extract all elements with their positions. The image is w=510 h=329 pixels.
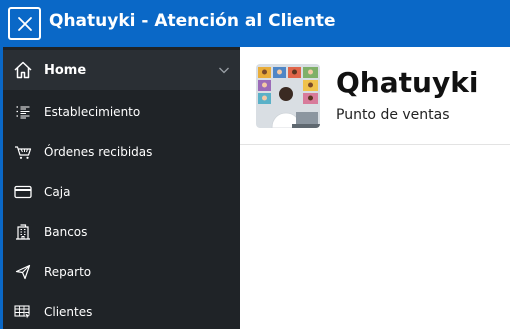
main-content: Qhatuyki Punto de ventas (240, 47, 510, 329)
sidebar-item-label: Establecimiento (44, 105, 141, 119)
customers-table-icon (13, 302, 33, 322)
sidebar-item-clientes[interactable]: Clientes (3, 292, 240, 329)
sidebar-item-establecimiento[interactable]: Establecimiento (3, 92, 240, 132)
close-button[interactable] (8, 7, 41, 40)
sidebar-item-label: Caja (44, 185, 71, 199)
sidebar-item-reparto[interactable]: Reparto (3, 252, 240, 292)
sidebar-item-label: Órdenes recibidas (44, 145, 153, 159)
window-title: Qhatuyki - Atención al Cliente (49, 11, 336, 31)
home-icon (13, 60, 33, 80)
brand-subtitle: Punto de ventas (336, 107, 450, 123)
sidebar-item-label: Clientes (44, 305, 93, 319)
sidebar-item-label: Reparto (44, 265, 92, 279)
credit-card-icon (13, 182, 33, 202)
title-bar: Qhatuyki - Atención al Cliente (0, 0, 510, 47)
chevron-down-icon[interactable] (218, 64, 230, 76)
brand-name: Qhatuyki (336, 66, 479, 99)
sidebar-item-caja[interactable]: Caja (3, 172, 240, 212)
send-icon (13, 262, 33, 282)
sidebar-item-home[interactable]: Home (3, 50, 240, 90)
sidebar-item-label: Bancos (44, 225, 88, 239)
cart-icon (13, 142, 33, 162)
brand-logo (256, 64, 320, 128)
list-icon (13, 102, 33, 122)
sidebar-item-bancos[interactable]: Bancos (3, 212, 240, 252)
close-icon (17, 16, 32, 31)
sidebar-item-ordenes-recibidas[interactable]: Órdenes recibidas (3, 132, 240, 172)
brand-header: Qhatuyki Punto de ventas (240, 47, 510, 145)
building-icon (13, 222, 33, 242)
sidebar-item-label: Home (44, 62, 87, 78)
sidebar: Home Establecimiento Órdenes recibidas C… (0, 47, 240, 329)
